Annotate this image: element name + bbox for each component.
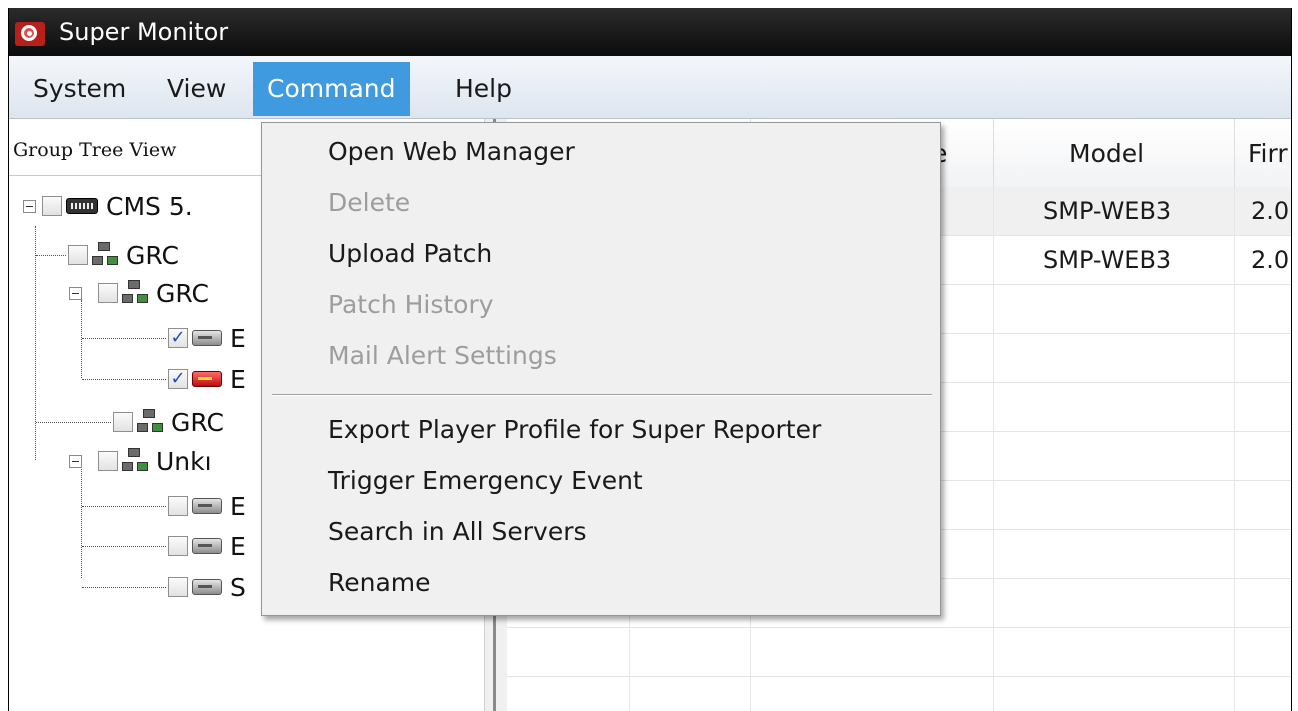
window-title: Super Monitor xyxy=(59,18,229,46)
tree-node-cms[interactable]: CMS 5. xyxy=(23,186,193,226)
server-icon xyxy=(192,498,222,514)
cms-icon xyxy=(66,198,98,214)
tree-connector xyxy=(36,254,66,256)
tree-checkbox[interactable] xyxy=(113,412,133,432)
menu-item-patch-history: Patch History xyxy=(328,290,494,319)
menu-bar: System View Command Help xyxy=(9,56,1291,119)
menu-item-export-player-profile[interactable]: Export Player Profile for Super Reporter xyxy=(328,415,821,445)
menu-help[interactable]: Help xyxy=(441,62,526,116)
tree-node-label: E xyxy=(230,364,246,394)
tree-checkbox[interactable] xyxy=(42,196,62,216)
tree-node-server[interactable]: ✓ E xyxy=(82,359,246,399)
menu-view[interactable]: View xyxy=(153,62,240,116)
menu-item-open-web-manager[interactable]: Open Web Manager xyxy=(328,137,575,167)
tree-connector xyxy=(82,586,166,588)
app-logo-icon xyxy=(15,22,45,46)
menu-item-upload-patch[interactable]: Upload Patch xyxy=(328,239,492,269)
group-icon xyxy=(137,409,165,435)
tree-node-group[interactable]: GRC xyxy=(36,402,224,442)
tree-node-group[interactable]: Unkı xyxy=(69,441,212,481)
tree-checkbox[interactable] xyxy=(68,245,88,265)
tree-node-label: S xyxy=(230,572,246,602)
server-icon xyxy=(192,579,222,595)
column-header-model[interactable]: Model xyxy=(1069,139,1144,168)
command-menu-dropdown: Open Web Manager Delete Upload Patch Pat… xyxy=(261,122,941,616)
tree-checkbox-checked[interactable]: ✓ xyxy=(168,369,188,389)
tree-node-label: E xyxy=(230,323,246,353)
group-icon xyxy=(122,448,150,474)
tree-checkbox-checked[interactable]: ✓ xyxy=(168,328,188,348)
tree-node-label: Unkı xyxy=(156,446,212,476)
menu-item-search-all-servers[interactable]: Search in All Servers xyxy=(328,517,587,547)
tree-node-server[interactable]: ✓ E xyxy=(82,318,246,358)
menu-separator xyxy=(272,394,932,396)
title-bar: Super Monitor xyxy=(9,8,1291,56)
menu-item-mail-alert-settings: Mail Alert Settings xyxy=(328,341,557,370)
tree-node-server[interactable]: S xyxy=(82,567,246,607)
tree-node-label: GRC xyxy=(126,240,179,270)
tree-node-server[interactable]: E xyxy=(82,526,246,566)
tree-connector xyxy=(36,421,111,423)
tree-connector xyxy=(82,545,166,547)
tree-node-label: E xyxy=(230,531,246,561)
tree-checkbox[interactable] xyxy=(168,536,188,556)
cell-firmware: 2.0 xyxy=(1251,246,1290,274)
cell-model: SMP-WEB3 xyxy=(1043,246,1172,274)
cell-model: SMP-WEB3 xyxy=(1043,197,1172,225)
tree-connector xyxy=(82,337,166,339)
tree-checkbox[interactable] xyxy=(98,451,118,471)
tree-node-label: GRC xyxy=(171,407,224,437)
tree-connector xyxy=(82,378,166,380)
menu-item-delete: Delete xyxy=(328,188,411,217)
menu-system[interactable]: System xyxy=(19,62,140,116)
menu-item-rename[interactable]: Rename xyxy=(328,568,431,598)
tree-node-label: E xyxy=(230,491,246,521)
menu-command[interactable]: Command xyxy=(253,62,410,116)
group-tree-title: Group Tree View xyxy=(13,139,177,161)
tree-checkbox[interactable] xyxy=(168,496,188,516)
group-icon xyxy=(122,280,150,306)
tree-checkbox[interactable] xyxy=(168,577,188,597)
tree-node-label: GRC xyxy=(156,278,209,308)
group-icon xyxy=(92,242,120,268)
collapse-icon[interactable] xyxy=(23,199,36,213)
tree-node-label: CMS 5. xyxy=(106,191,193,221)
table-row xyxy=(507,628,1291,677)
tree-node-server[interactable]: E xyxy=(82,486,246,526)
collapse-icon[interactable] xyxy=(69,286,82,300)
tree-node-group[interactable]: GRC xyxy=(69,273,209,313)
app-window: Super Monitor System View Command Help G… xyxy=(8,8,1292,711)
menu-item-trigger-emergency-event[interactable]: Trigger Emergency Event xyxy=(328,466,643,496)
column-header-firmware[interactable]: Firr xyxy=(1248,139,1288,168)
server-icon xyxy=(192,538,222,554)
server-alert-icon xyxy=(192,371,222,387)
cell-firmware: 2.0 xyxy=(1251,197,1290,225)
server-icon xyxy=(192,330,222,346)
tree-node-group[interactable]: GRC xyxy=(36,235,179,275)
tree-checkbox[interactable] xyxy=(98,283,118,303)
tree-connector xyxy=(82,505,166,507)
collapse-icon[interactable] xyxy=(69,454,82,468)
